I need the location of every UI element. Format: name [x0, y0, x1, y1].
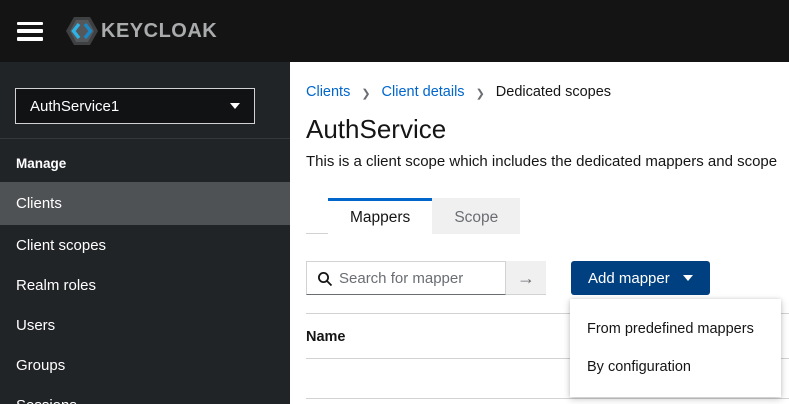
breadcrumb-client-details-link[interactable]: Client details — [382, 84, 465, 100]
keycloak-logo[interactable]: KEYCLOAK — [65, 16, 217, 46]
realm-selector[interactable]: AuthService1 — [15, 88, 255, 124]
menu-item-by-configuration[interactable]: By configuration — [570, 348, 781, 386]
tab-scope[interactable]: Scope — [432, 198, 520, 234]
sidebar-item-users[interactable]: Users — [0, 305, 290, 345]
toolbar: → Add mapper — [306, 261, 710, 295]
table-column-header-name: Name — [306, 314, 346, 359]
add-mapper-dropdown-menu: From predefined mappers By configuration — [570, 299, 781, 397]
tabs-spacer — [306, 198, 328, 234]
arrow-right-icon: → — [517, 268, 535, 288]
tab-bar: Mappers Scope — [306, 198, 520, 234]
breadcrumb-chevron-icon: ❯ — [476, 87, 485, 100]
sidebar-item-sessions[interactable]: Sessions — [0, 385, 290, 404]
search-submit-button[interactable]: → — [506, 261, 546, 295]
breadcrumb-clients-link[interactable]: Clients — [306, 84, 350, 100]
menu-item-from-predefined-mappers[interactable]: From predefined mappers — [570, 310, 781, 348]
breadcrumb-chevron-icon: ❯ — [361, 87, 370, 100]
breadcrumb-current: Dedicated scopes — [496, 84, 611, 100]
search-group: → — [306, 261, 546, 295]
masthead: KEYCLOAK — [0, 0, 789, 62]
brand-text: KEYCLOAK — [101, 20, 217, 43]
add-mapper-button[interactable]: Add mapper — [571, 261, 710, 295]
keycloak-hexagon-icon — [65, 16, 99, 46]
search-input[interactable] — [339, 263, 499, 293]
page-title: AuthService — [306, 114, 446, 145]
sidebar-nav: Clients Client scopes Realm roles Users … — [0, 182, 290, 404]
page-description: This is a client scope which includes th… — [306, 153, 777, 170]
chevron-down-icon — [230, 103, 240, 109]
sidebar: AuthService1 Manage Clients Client scope… — [0, 62, 290, 404]
breadcrumb: Clients ❯ Client details ❯ Dedicated sco… — [306, 84, 611, 100]
chevron-down-icon — [683, 275, 693, 281]
tab-mappers[interactable]: Mappers — [328, 198, 432, 234]
nav-toggle-hamburger-icon[interactable] — [17, 22, 43, 41]
sidebar-item-groups[interactable]: Groups — [0, 345, 290, 385]
sidebar-item-clients[interactable]: Clients — [0, 182, 290, 225]
add-mapper-label: Add mapper — [588, 270, 670, 287]
search-box — [306, 261, 506, 295]
table-row-border — [306, 398, 789, 399]
main-content: Clients ❯ Client details ❯ Dedicated sco… — [290, 62, 789, 404]
sidebar-item-realm-roles[interactable]: Realm roles — [0, 265, 290, 305]
sidebar-item-client-scopes[interactable]: Client scopes — [0, 225, 290, 265]
sidebar-section-manage: Manage — [16, 156, 66, 171]
sidebar-divider — [0, 138, 290, 139]
realm-selector-value: AuthService1 — [30, 98, 230, 115]
